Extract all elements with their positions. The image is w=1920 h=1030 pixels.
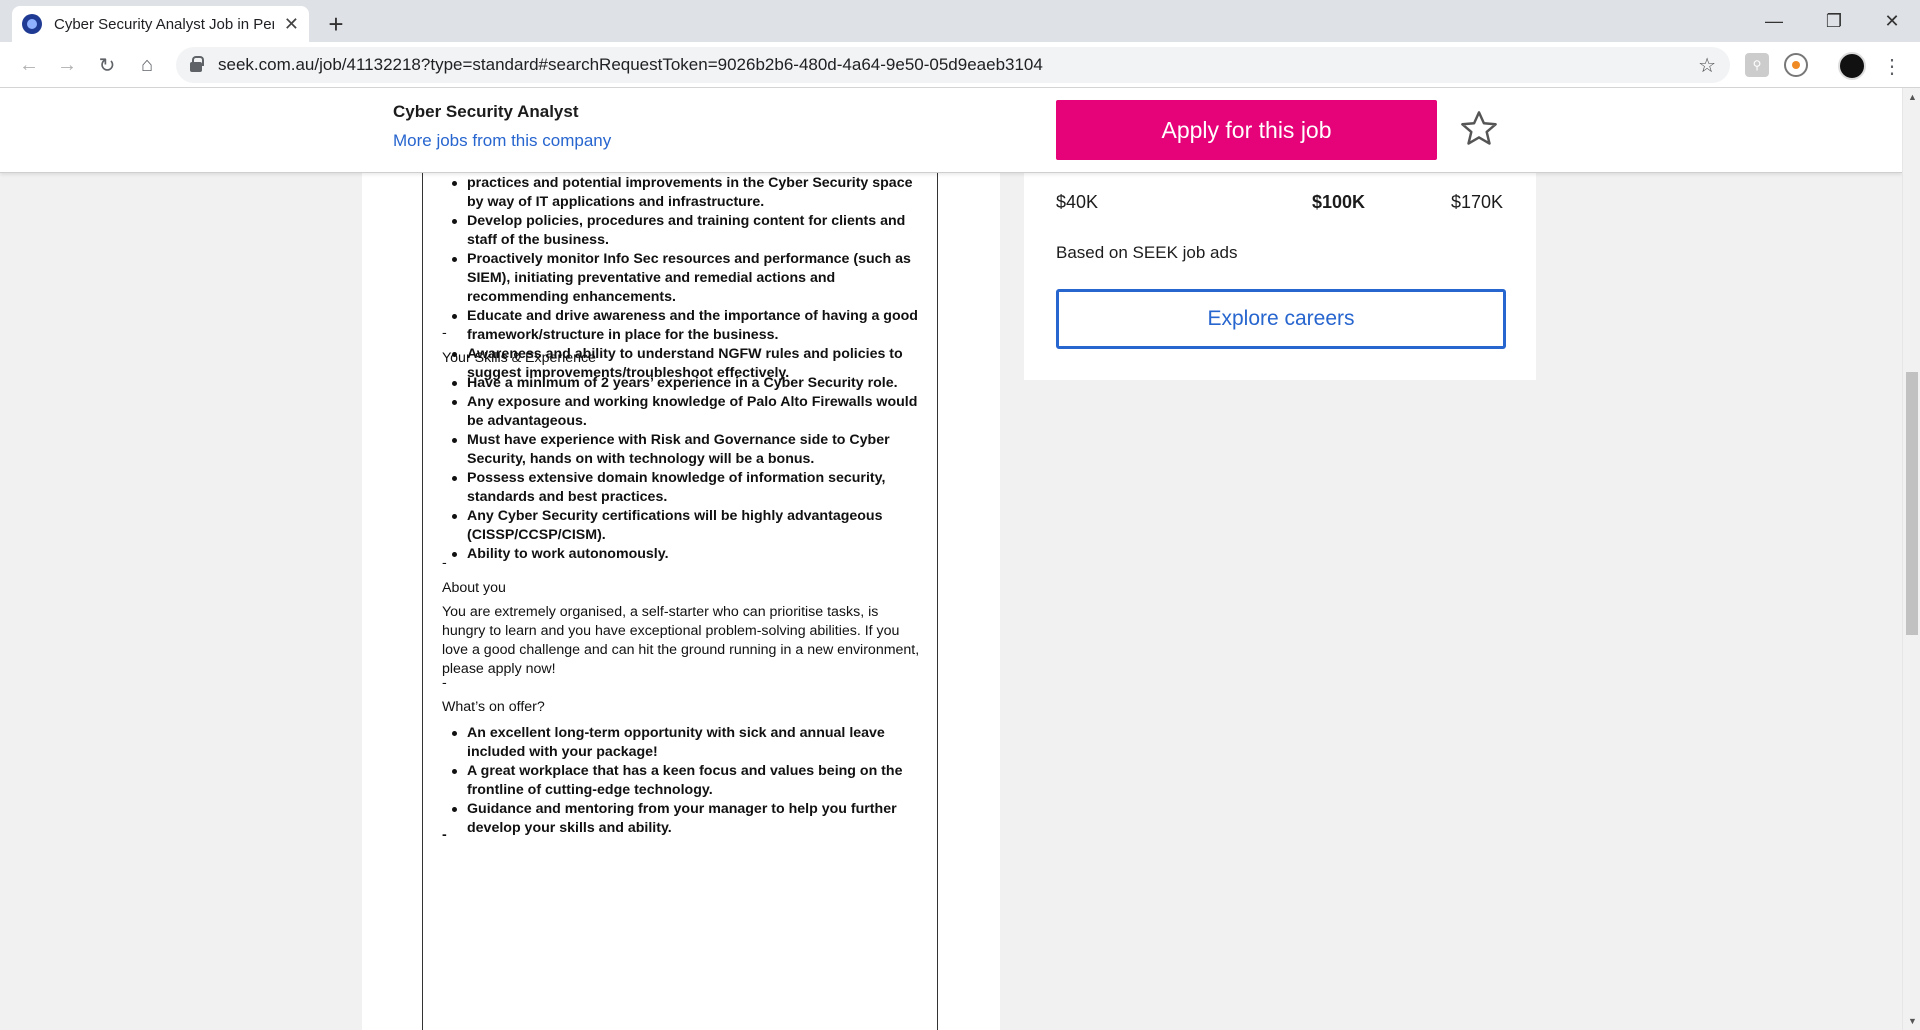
salary-low-label: $40K <box>1056 192 1099 212</box>
extension-record-icon[interactable] <box>1784 53 1808 77</box>
close-window-icon[interactable]: ✕ <box>1864 0 1920 42</box>
separator-dash: - <box>442 555 447 571</box>
list-item: Have a minimum of 2 years’ experience in… <box>448 374 918 393</box>
salary-high-label: $170K <box>1451 192 1504 212</box>
browser-toolbar: ← → ↻ ⌂ seek.com.au/job/41132218?type=st… <box>0 42 1920 88</box>
offer-list: An excellent long-term opportunity with … <box>448 724 918 838</box>
skills-heading: Your Skills & Experience <box>442 350 597 366</box>
tab-title: Cyber Security Analyst Job in Perth <box>54 15 274 33</box>
list-item: practices and potential improvements in … <box>448 174 918 212</box>
list-item: Any Cyber Security certifications will b… <box>448 507 918 545</box>
seek-favicon-icon <box>22 14 42 34</box>
scrollbar-thumb[interactable] <box>1906 372 1918 635</box>
separator-dash: - <box>442 325 447 341</box>
address-bar[interactable]: seek.com.au/job/41132218?type=standard#s… <box>176 47 1730 83</box>
minimize-icon[interactable]: — <box>1746 0 1802 42</box>
forward-arrow-icon[interactable]: → <box>52 50 82 80</box>
job-description-panel: practices and potential improvements in … <box>362 88 1000 1030</box>
browser-tab-bar: Cyber Security Analyst Job in Perth ✕ + … <box>0 0 1920 42</box>
new-tab-button[interactable]: + <box>318 6 354 42</box>
apply-button[interactable]: Apply for this job <box>1056 100 1437 160</box>
page-viewport: practices and potential improvements in … <box>0 88 1902 1030</box>
close-icon[interactable]: ✕ <box>284 14 299 35</box>
back-arrow-icon[interactable]: ← <box>14 50 44 80</box>
url-text[interactable]: seek.com.au/job/41132218?type=standard#s… <box>218 55 1043 75</box>
lock-icon <box>190 56 204 72</box>
home-icon[interactable]: ⌂ <box>132 50 162 80</box>
skills-list: Have a minimum of 2 years’ experience in… <box>448 374 918 564</box>
salary-mid-label: $100K <box>1312 192 1366 212</box>
offer-heading: What’s on offer? <box>442 699 545 715</box>
list-item: Must have experience with Risk and Gover… <box>448 431 918 469</box>
list-item: A great workplace that has a keen focus … <box>448 762 918 800</box>
extension-icon[interactable]: ⚲ <box>1745 53 1769 77</box>
scroll-up-icon[interactable]: ▲ <box>1908 92 1917 102</box>
about-text: You are extremely organised, a self-star… <box>442 604 920 677</box>
job-title: Cyber Security Analyst <box>393 102 579 121</box>
bookmark-star-icon[interactable]: ☆ <box>1698 53 1716 78</box>
reload-icon[interactable]: ↻ <box>92 50 122 80</box>
list-item: An excellent long-term opportunity with … <box>448 724 918 762</box>
restore-window-icon[interactable]: ❐ <box>1806 0 1862 42</box>
list-item: Any exposure and working knowledge of Pa… <box>448 393 918 431</box>
scroll-down-icon[interactable]: ▼ <box>1908 1016 1917 1026</box>
list-item: Develop policies, procedures and trainin… <box>448 212 918 250</box>
explore-careers-button[interactable]: Explore careers <box>1056 289 1506 349</box>
more-jobs-link[interactable]: More jobs from this company <box>393 131 611 151</box>
save-job-star-icon[interactable] <box>1458 108 1500 150</box>
list-item: Possess extensive domain knowledge of in… <box>448 469 918 507</box>
profile-avatar[interactable] <box>1838 52 1866 80</box>
separator-dash: - <box>442 675 447 691</box>
list-item: Proactively monitor Info Sec resources a… <box>448 250 918 307</box>
page-scrollbar[interactable]: ▲ ▼ <box>1902 88 1920 1030</box>
about-heading: About you <box>442 580 506 596</box>
salary-source-note: Based on SEEK job ads <box>1056 243 1238 262</box>
sticky-job-header: Cyber Security Analyst More jobs from th… <box>0 88 1902 173</box>
separator-dash: - <box>442 827 447 843</box>
browser-tab[interactable]: Cyber Security Analyst Job in Perth ✕ <box>12 6 309 42</box>
more-menu-icon[interactable]: ⋮ <box>1880 52 1904 80</box>
